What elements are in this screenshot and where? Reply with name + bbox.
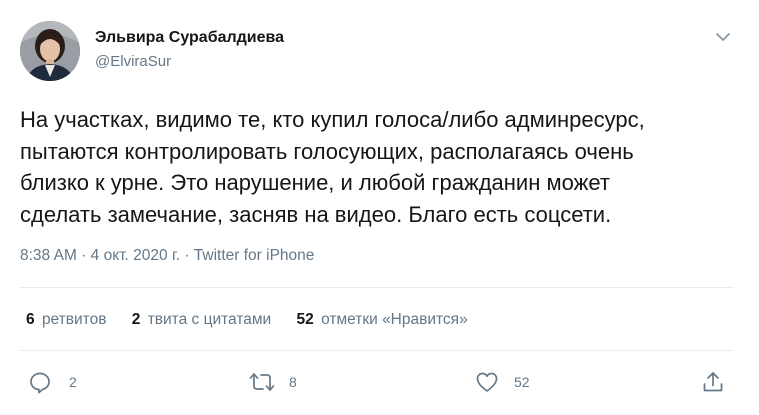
user-handle[interactable]: @ElviraSur (95, 53, 171, 70)
retweets-count: 6 (26, 311, 35, 328)
likes-stat[interactable]: 52 отметки «Нравится» (297, 311, 468, 329)
chevron-down-icon (716, 33, 730, 41)
more-options-button[interactable] (712, 28, 734, 46)
meta-separator: · (76, 247, 91, 264)
divider (20, 287, 734, 288)
avatar[interactable] (20, 21, 80, 81)
tweet-source[interactable]: Twitter for iPhone (194, 247, 315, 264)
like-button[interactable]: 52 (475, 368, 530, 396)
engagement-stats: 6 ретвитов 2 твита с цитатами 52 отметки… (26, 311, 489, 329)
reply-icon (30, 372, 50, 394)
retweet-count: 8 (289, 374, 297, 390)
retweets-stat[interactable]: 6 ретвитов (26, 311, 106, 329)
retweet-icon (249, 373, 275, 391)
divider (20, 350, 734, 351)
quotes-stat[interactable]: 2 твита с цитатами (132, 311, 271, 329)
display-name[interactable]: Эльвира Сурабалдиева (95, 29, 284, 47)
likes-label: отметки «Нравится» (321, 311, 468, 328)
avatar-image (20, 21, 80, 81)
tweet-text: На участках, видимо те, кто купил голоса… (20, 107, 645, 227)
share-icon (703, 372, 723, 392)
tweet-date[interactable]: 4 окт. 2020 г. (91, 247, 180, 264)
reply-count: 2 (69, 374, 77, 390)
likes-count: 52 (296, 311, 314, 328)
tweet-card: Эльвира Сурабалдиева @ElviraSur На участ… (0, 0, 759, 415)
tweet-time[interactable]: 8:38 AM (20, 247, 77, 264)
reply-button[interactable]: 2 (28, 368, 77, 396)
retweet-button[interactable]: 8 (249, 368, 297, 396)
quotes-count: 2 (131, 311, 141, 328)
like-count: 52 (514, 374, 530, 390)
meta-separator: · (180, 247, 194, 264)
heart-icon (476, 372, 498, 392)
quotes-label: твита с цитатами (147, 311, 272, 328)
retweets-label: ретвитов (41, 311, 107, 328)
share-button[interactable] (701, 368, 725, 396)
tweet-meta: 8:38 AM · 4 окт. 2020 г. · Twitter for i… (20, 247, 314, 265)
